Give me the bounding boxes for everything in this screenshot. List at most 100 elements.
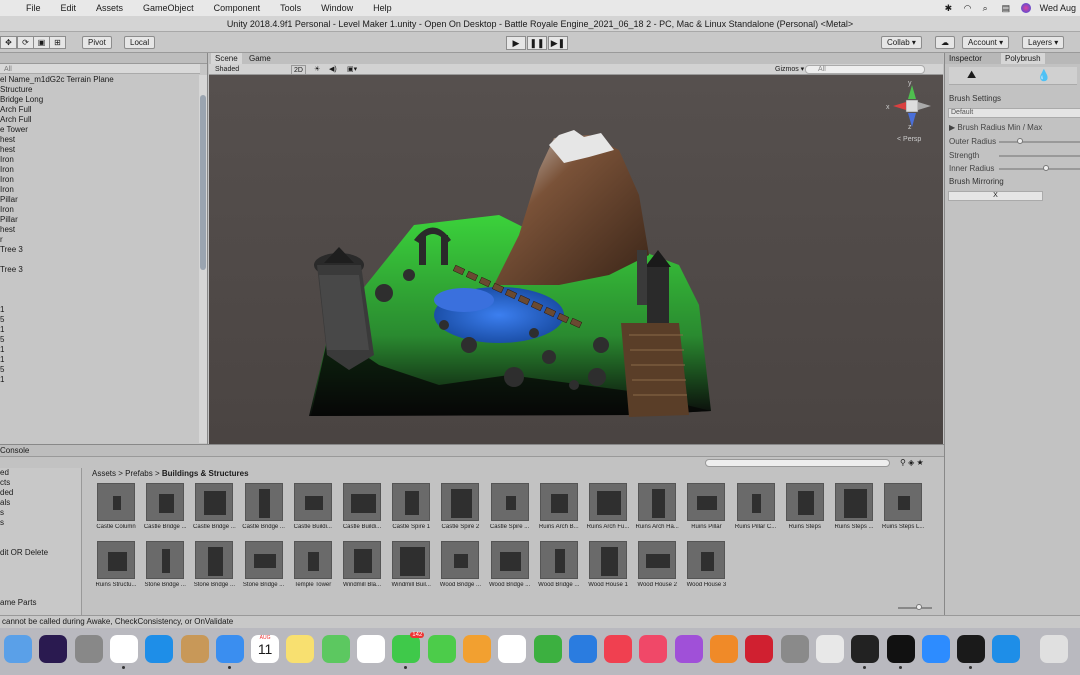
menu-assets[interactable]: Assets <box>86 0 133 16</box>
project-folder-item[interactable] <box>0 528 81 538</box>
asset-item[interactable]: Ruins Steps <box>781 483 829 530</box>
pause-button[interactable]: ❚❚ <box>527 36 547 50</box>
asset-item[interactable]: Ruins Arch B... <box>535 483 583 530</box>
hierarchy-item[interactable] <box>0 385 198 395</box>
control-center-icon[interactable]: ▤ <box>1002 3 1012 13</box>
tab-console[interactable]: Console <box>0 446 29 455</box>
hierarchy-item[interactable] <box>0 255 198 265</box>
hierarchy-item[interactable]: 5 <box>0 315 198 325</box>
effects-dropdown-icon[interactable]: ▣▾ <box>347 64 357 75</box>
tab-game[interactable]: Game <box>245 53 275 64</box>
scale-tool-icon[interactable]: ▣ <box>33 36 50 49</box>
hierarchy-item[interactable]: Arch Full <box>0 105 198 115</box>
project-folder-item[interactable] <box>0 568 81 578</box>
podcasts-dock-icon[interactable] <box>674 635 703 663</box>
shading-dropdown[interactable]: Shaded <box>215 64 239 75</box>
messages-dock-icon[interactable]: 142 <box>392 632 425 663</box>
status-bar[interactable]: cannot be called during Awake, CheckCons… <box>0 615 1080 628</box>
thumbnail-size-slider[interactable] <box>898 604 932 610</box>
asset-item[interactable]: Ruins Structu... <box>92 541 140 588</box>
hierarchy-item[interactable]: 1 <box>0 375 198 385</box>
siri-dock-icon[interactable] <box>39 635 68 663</box>
layers-dropdown[interactable]: Layers ▾ <box>1022 36 1065 49</box>
hierarchy-item[interactable]: Bridge Long <box>0 95 198 105</box>
sculpt-mode-icon[interactable]: ⛰ <box>967 69 976 82</box>
collab-button[interactable]: Collab ▾ <box>881 36 922 49</box>
asset-item[interactable]: Temple Tower <box>289 541 337 588</box>
maps-dock-icon[interactable] <box>321 635 350 663</box>
lighting-toggle-icon[interactable]: ☀ <box>314 64 320 75</box>
crumb-prefabs[interactable]: Prefabs <box>125 469 153 478</box>
asset-item[interactable]: Ruins Steps ... <box>830 483 878 530</box>
asset-item[interactable]: Wood Bridge ... <box>486 541 534 588</box>
crumb-current[interactable]: Buildings & Structures <box>162 469 249 478</box>
hierarchy-search-input[interactable]: All <box>0 64 200 74</box>
hierarchy-item[interactable]: Arch Full <box>0 115 198 125</box>
scene-viewport[interactable]: y x z < Persp <box>209 75 943 444</box>
account-dropdown[interactable]: Account ▾ <box>962 36 1010 49</box>
asset-item[interactable]: Wood Bridge ... <box>535 541 583 588</box>
mirror-x-button[interactable]: X <box>948 191 1043 201</box>
asset-item[interactable]: Castle Bridge ... <box>190 483 238 530</box>
reminders-dock-icon[interactable] <box>498 635 527 663</box>
finder-dock-icon[interactable] <box>4 635 32 663</box>
music-dock-icon[interactable] <box>639 635 668 663</box>
news-dock-icon[interactable] <box>604 635 633 663</box>
play-button[interactable]: ▶ <box>506 36 526 50</box>
calendar-dock-icon[interactable]: AUG 11 <box>251 635 280 663</box>
radius-minmax-foldout[interactable]: ▶ Brush Radius Min / Max <box>949 123 1042 132</box>
asset-item[interactable]: Castle Bridge ... <box>240 483 288 530</box>
project-folder-item[interactable] <box>0 588 81 598</box>
hierarchy-item[interactable]: Pillar <box>0 195 198 205</box>
project-folder-item[interactable]: als <box>0 498 81 508</box>
inner-radius-handle[interactable] <box>1043 165 1049 171</box>
unity-hub-dock-icon[interactable] <box>851 635 880 663</box>
hierarchy-item[interactable]: hest <box>0 135 198 145</box>
asset-item[interactable]: Ruins Arch Fu... <box>584 483 632 530</box>
hierarchy-item[interactable]: Iron <box>0 205 198 215</box>
asset-item[interactable]: Stone Bridge ... <box>190 541 238 588</box>
zoom-dock-icon[interactable] <box>921 635 950 663</box>
asset-item[interactable]: Ruins Pillar C... <box>732 483 780 530</box>
asset-item[interactable]: Wood House 2 <box>633 541 681 588</box>
orientation-gizmo[interactable] <box>893 85 931 127</box>
rotate-tool-icon[interactable]: ⟳ <box>17 36 34 49</box>
inner-radius-slider[interactable] <box>999 165 1080 171</box>
local-button[interactable]: Local <box>124 36 156 49</box>
bluetooth-icon[interactable]: ✱ <box>945 3 955 13</box>
asset-item[interactable]: Wood House 1 <box>584 541 632 588</box>
tab-inspector[interactable]: Inspector <box>949 53 982 64</box>
asset-item[interactable]: Castle Spire ... <box>486 483 534 530</box>
asset-item[interactable]: Castle Bridge ... <box>141 483 189 530</box>
hierarchy-item[interactable]: Tree 3 <box>0 245 198 255</box>
safari-dock-icon[interactable] <box>145 635 174 663</box>
hierarchy-item[interactable]: r <box>0 235 198 245</box>
pages-dock-icon[interactable] <box>462 635 491 663</box>
system-preferences-dock-icon[interactable] <box>780 635 809 663</box>
menu-component[interactable]: Component <box>204 0 271 16</box>
pivot-button[interactable]: Pivot <box>82 36 112 49</box>
unity-dock-icon[interactable] <box>886 635 915 663</box>
project-folder-item[interactable]: s <box>0 518 81 528</box>
hierarchy-item[interactable]: e Tower <box>0 125 198 135</box>
chrome-dock-icon[interactable] <box>109 635 138 663</box>
hierarchy-item[interactable] <box>0 405 198 415</box>
hierarchy-item[interactable]: 1 <box>0 325 198 335</box>
project-folder-item[interactable]: s <box>0 508 81 518</box>
hierarchy-scroll-thumb[interactable] <box>200 95 206 270</box>
notes-dock-icon[interactable] <box>286 635 315 663</box>
hierarchy-item[interactable] <box>0 395 198 405</box>
terminal-dock-icon[interactable] <box>957 635 986 663</box>
numbers-dock-icon[interactable] <box>533 635 562 663</box>
step-button[interactable]: ▶❚ <box>548 36 568 50</box>
asset-item[interactable]: Castle Buildi... <box>289 483 337 530</box>
search-icon[interactable]: ⌕ <box>983 3 993 13</box>
persp-label[interactable]: < Persp <box>897 136 921 143</box>
asset-item[interactable]: Castle Column <box>92 483 140 530</box>
siri-icon[interactable] <box>1020 3 1031 13</box>
tab-scene[interactable]: Scene <box>211 53 242 64</box>
project-folder-item[interactable]: ed <box>0 468 81 478</box>
scene-search-input[interactable]: All <box>805 65 925 74</box>
menu-window[interactable]: Window <box>311 0 363 16</box>
crumb-assets[interactable]: Assets <box>92 469 116 478</box>
